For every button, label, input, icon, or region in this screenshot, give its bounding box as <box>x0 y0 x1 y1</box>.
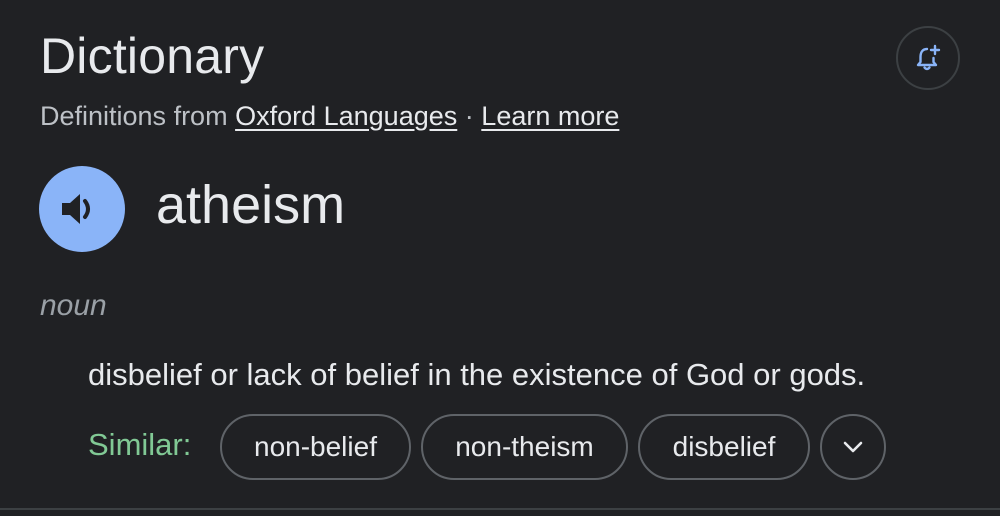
dictionary-title: Dictionary <box>40 28 265 84</box>
source-separator: · <box>464 101 474 131</box>
add-alert-button[interactable] <box>896 26 960 90</box>
chevron-down-icon <box>843 441 863 453</box>
source-prefix: Definitions from <box>40 101 228 131</box>
speaker-icon <box>62 194 90 224</box>
similar-chip-non-belief[interactable]: non-belief <box>220 414 411 480</box>
add-alert-icon <box>916 44 941 71</box>
oxford-languages-link[interactable]: Oxford Languages <box>235 101 457 131</box>
pronunciation-audio-button[interactable] <box>39 166 125 252</box>
definition-source: Definitions from Oxford Languages · Lear… <box>40 98 619 134</box>
similar-label: Similar: <box>88 427 192 462</box>
dictionary-card: Dictionary Definitions from Oxford Langu… <box>0 0 1000 516</box>
expand-similar-button[interactable] <box>820 414 886 480</box>
learn-more-link[interactable]: Learn more <box>481 101 619 131</box>
part-of-speech: noun <box>40 289 107 322</box>
similar-chip-disbelief[interactable]: disbelief <box>638 414 810 480</box>
similar-chip-non-theism[interactable]: non-theism <box>421 414 628 480</box>
bottom-divider <box>0 508 1000 510</box>
headword: atheism <box>156 175 346 235</box>
definition-text: disbelief or lack of belief in the exist… <box>88 357 866 392</box>
